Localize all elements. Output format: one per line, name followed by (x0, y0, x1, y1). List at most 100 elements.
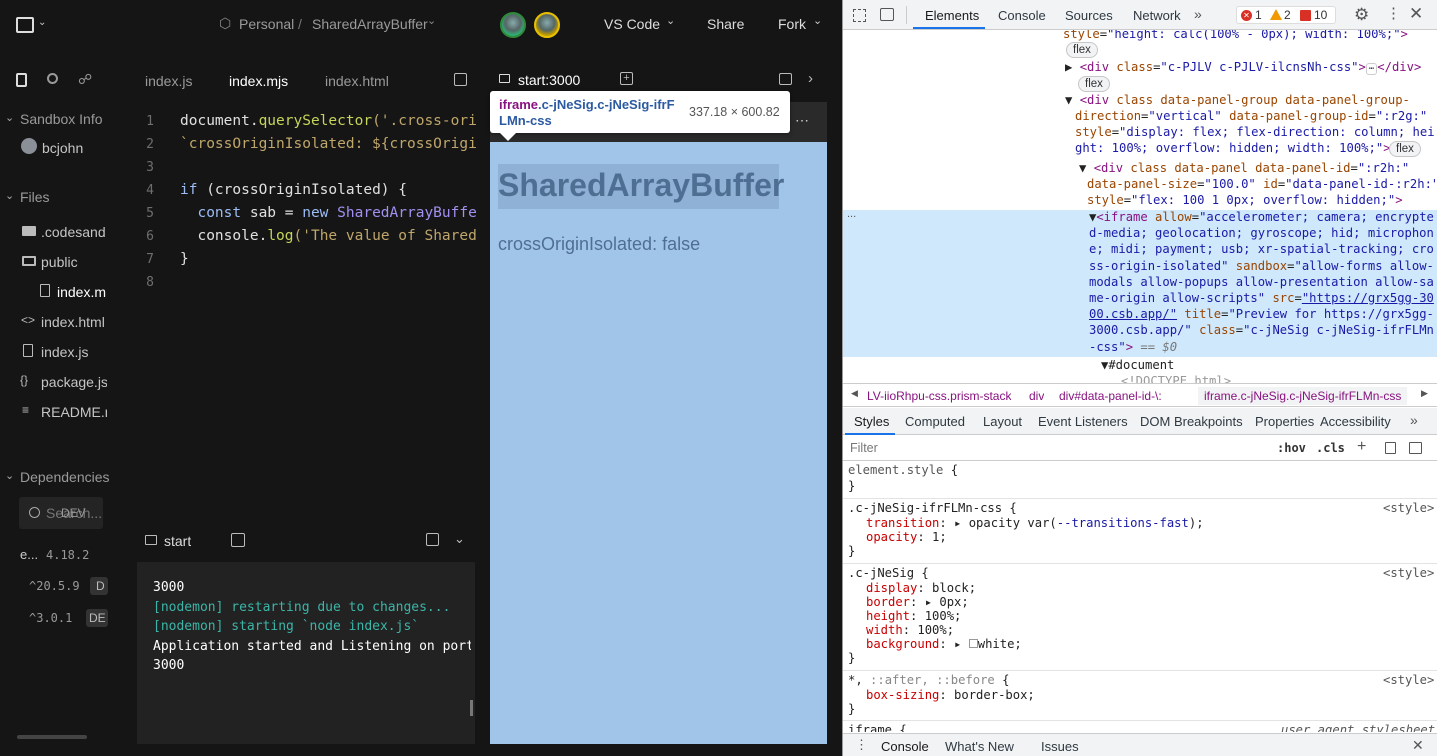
chevron-down-icon[interactable]: ⌄ (427, 16, 436, 27)
layout-icon[interactable] (779, 73, 792, 85)
tab-accessibility[interactable]: Accessibility (1320, 414, 1391, 429)
drawer-tab-whats-new[interactable]: What's New (945, 739, 1014, 754)
more-tabs-icon[interactable]: » (1410, 413, 1418, 427)
tab-styles[interactable]: Styles (854, 414, 889, 429)
tab-layout[interactable]: Layout (983, 414, 1022, 429)
css-selector[interactable]: .c-jNeSig { (848, 566, 929, 581)
breadcrumb-item[interactable]: LV-iioRhpu-css.prism-stack (867, 389, 1011, 403)
tab-console[interactable]: Console (998, 8, 1046, 23)
error-counter[interactable]: ✕ 1 2 10 (1236, 6, 1336, 24)
breadcrumb-item[interactable]: div (1029, 389, 1044, 403)
dependency-name[interactable]: e... (20, 547, 38, 562)
style-source[interactable]: <style> (1383, 566, 1434, 580)
css-declaration[interactable]: height: 100%; (866, 609, 961, 624)
preview-tab[interactable]: start:3000 (518, 72, 580, 88)
style-source[interactable]: <style> (1383, 673, 1434, 687)
hov-button[interactable]: :hov (1277, 441, 1306, 455)
close-icon[interactable]: ✕ (1412, 738, 1424, 752)
paint-icon[interactable] (1385, 442, 1396, 454)
flex-badge[interactable]: flex (1389, 141, 1421, 157)
tab-sources[interactable]: Sources (1065, 8, 1113, 23)
tab-elements[interactable]: Elements (925, 8, 979, 23)
menu-button[interactable] (16, 17, 34, 33)
scrollbar[interactable] (17, 735, 87, 739)
chevron-down-icon[interactable]: ⌄ (666, 16, 675, 27)
dom-line[interactable]: ▼ <div class data-panel-group data-panel… (1065, 92, 1435, 108)
css-selector[interactable]: iframe { (848, 723, 907, 732)
style-source[interactable]: <style> (1383, 501, 1434, 515)
chevron-down-icon[interactable]: ⌄ (813, 16, 822, 27)
dom-line-selected[interactable]: ▼<iframe allow="accelerometer; camera; e… (1089, 209, 1435, 355)
css-selector[interactable]: *, ::after, ::before { (848, 673, 1009, 688)
tab-index-mjs[interactable]: index.mjs (229, 73, 288, 89)
tab-index-js[interactable]: index.js (145, 73, 192, 89)
dom-line[interactable]: ▼#document (1101, 357, 1174, 373)
workspace-name[interactable]: Personal (239, 16, 294, 32)
more-icon[interactable]: ⋯ (795, 112, 809, 129)
sidebar-toggle-icon[interactable] (1409, 442, 1422, 454)
more-tabs-icon[interactable]: » (1194, 7, 1202, 21)
split-terminal-icon[interactable] (426, 533, 439, 546)
css-declaration[interactable]: width: 100%; (866, 623, 954, 638)
chevron-down-icon[interactable]: ⌄ (5, 113, 14, 124)
add-rule-icon[interactable]: + (1357, 439, 1366, 455)
close-icon[interactable]: ✕ (1409, 5, 1423, 22)
preview-iframe[interactable]: SharedArrayBuffer crossOriginIsolated: f… (490, 142, 827, 744)
chevron-down-icon[interactable]: ⌄ (454, 532, 465, 545)
css-declaration[interactable]: display: block; (866, 581, 976, 596)
tab-index-html[interactable]: index.html (325, 73, 389, 89)
css-declaration[interactable]: opacity: 1; (866, 530, 947, 545)
cls-button[interactable]: .cls (1316, 441, 1345, 455)
dependencies-header[interactable]: Dependencies (20, 469, 110, 485)
search-icon[interactable] (47, 73, 58, 84)
css-declaration[interactable]: transition: ▸ opacity var(--transitions-… (866, 516, 1204, 531)
gear-icon[interactable]: ⚙ (1354, 6, 1369, 23)
kebab-menu-icon[interactable]: ⋮ (1386, 6, 1401, 21)
css-declaration[interactable]: background: ▸ white; (866, 637, 1022, 652)
project-name[interactable]: SharedArrayBuffer (312, 16, 428, 32)
terminal[interactable]: 3000 [nodemon] restarting due to changes… (137, 562, 475, 744)
split-editor-icon[interactable] (454, 73, 467, 86)
tree-item[interactable]: README.n (41, 404, 107, 420)
dom-line[interactable]: ▶ <div class="c-PJLV c-PJLV-ilcnsNh-css"… (1065, 59, 1421, 77)
tab-network[interactable]: Network (1133, 8, 1181, 23)
drawer-tab-console[interactable]: Console (881, 739, 929, 754)
terminal-tab[interactable]: start (164, 533, 191, 549)
scrollbar[interactable] (470, 700, 473, 716)
tree-item[interactable]: package.js (41, 374, 107, 390)
tab-event-listeners[interactable]: Event Listeners (1038, 414, 1128, 429)
vscode-button[interactable]: VS Code (604, 16, 660, 32)
fork-button[interactable]: Fork (778, 16, 806, 32)
chevron-right-icon[interactable]: › (808, 71, 813, 86)
breadcrumb-item-selected[interactable]: iframe.c-jNeSig.c-jNeSig-ifrFLMn-css (1198, 387, 1408, 405)
chevron-down-icon[interactable]: ⌄ (5, 471, 14, 482)
chevron-right-icon[interactable]: ▶ (1421, 389, 1428, 398)
files-header[interactable]: Files (20, 189, 50, 205)
dependency-search[interactable]: Search... DEV (19, 497, 103, 529)
chevron-down-icon[interactable]: ⌄ (38, 18, 46, 28)
inspect-icon[interactable] (853, 9, 866, 22)
add-tab-icon[interactable]: + (620, 72, 633, 85)
tree-item[interactable]: .codesand (41, 224, 116, 240)
chevron-down-icon[interactable]: ⌄ (5, 191, 14, 202)
panel-divider[interactable] (842, 0, 843, 756)
css-declaration[interactable]: box-sizing: border-box; (866, 688, 1035, 703)
flex-badge[interactable]: flex (1078, 76, 1110, 92)
drawer-tab-issues[interactable]: Issues (1041, 739, 1079, 754)
breadcrumb-item[interactable]: div#data-panel-id-\:r2h\: (1059, 389, 1161, 403)
styles-filter-input[interactable]: Filter (850, 441, 1265, 455)
css-rule[interactable]: element.style { (848, 463, 958, 478)
tree-item[interactable]: public (41, 254, 78, 270)
avatar[interactable] (534, 12, 560, 38)
device-toolbar-icon[interactable] (880, 8, 894, 21)
terminal-prompt-icon[interactable] (231, 533, 245, 547)
kebab-menu-icon[interactable]: ⋮ (855, 738, 868, 751)
avatar[interactable] (500, 12, 526, 38)
css-declaration[interactable]: border: ▸ 0px; (866, 595, 969, 610)
git-icon[interactable]: ☍ (78, 72, 92, 86)
chevron-left-icon[interactable]: ◀ (851, 389, 858, 398)
tab-computed[interactable]: Computed (905, 414, 965, 429)
tree-item[interactable]: index.html (41, 314, 117, 330)
tab-properties[interactable]: Properties (1255, 414, 1314, 429)
tree-item[interactable]: index.m (57, 284, 107, 300)
